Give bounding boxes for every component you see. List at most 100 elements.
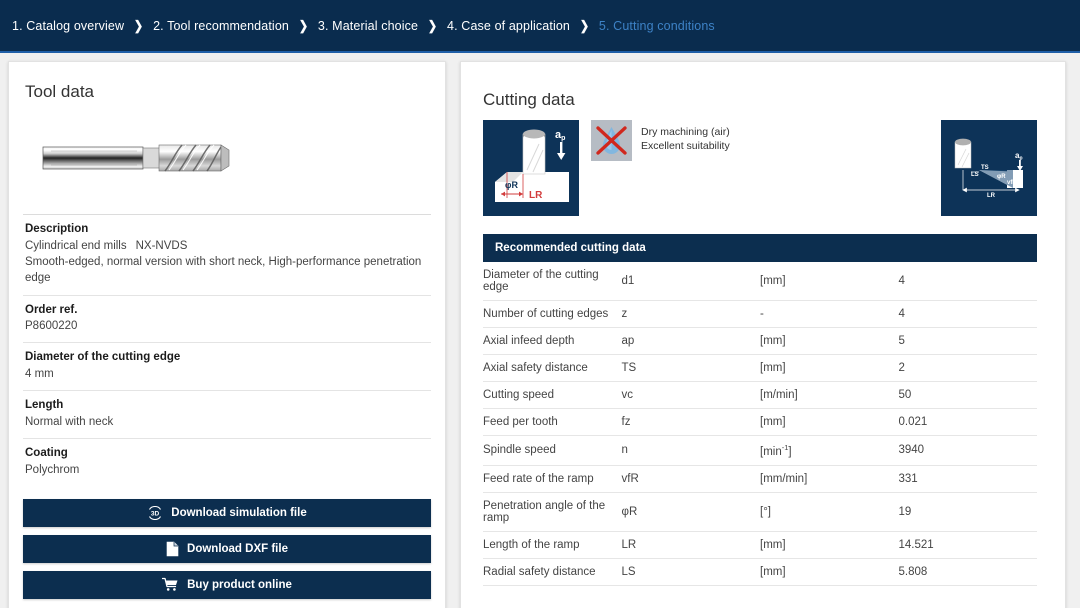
spec-label: Coating <box>25 447 68 460</box>
breadcrumb-item-5[interactable]: 5. Cutting conditions <box>599 19 715 33</box>
cell-value: 19 <box>898 492 1037 532</box>
svg-text:φR: φR <box>505 180 518 190</box>
breadcrumb-separator-icon: ❯ <box>427 17 438 33</box>
table-row: Radial safety distance LS [mm] 5.808 <box>483 558 1037 586</box>
table-row: Axial safety distance TS [mm] 2 <box>483 354 1037 382</box>
breadcrumb-separator-icon: ❯ <box>579 17 590 33</box>
table-row: Penetration angle of the ramp φR [°] 19 <box>483 492 1037 532</box>
cell-symbol: φR <box>621 492 760 532</box>
cell-value: 4 <box>898 262 1037 301</box>
download-dxf-file-button[interactable]: Download DXF file <box>23 534 431 563</box>
spec-value: Cylindrical end mills NX-NVDS <box>25 238 429 254</box>
cell-parameter-name: Feed rate of the ramp <box>483 465 622 493</box>
spec-row: Coating Polychrom <box>23 438 431 486</box>
table-row: Number of cutting edges z -4 <box>483 300 1037 328</box>
cell-parameter-name: Cutting speed <box>483 381 622 409</box>
cell-symbol: d1 <box>621 262 760 301</box>
spec-value-product: Cylindrical end mills <box>25 239 127 252</box>
table-row: Spindle speed n [min-1] 3940 <box>483 435 1037 466</box>
ramp-penetration-diagram: LR φR ap <box>483 120 579 216</box>
svg-text:LS: LS <box>971 172 979 178</box>
spec-row: Length Normal with neck <box>23 390 431 438</box>
table-header-label: Recommended cutting data <box>483 234 1037 262</box>
breadcrumb-item-4[interactable]: 4. Case of application <box>447 19 570 33</box>
cell-unit: [mm/min] <box>760 465 899 493</box>
cell-unit: - <box>760 300 899 328</box>
svg-text:LR: LR <box>529 190 543 201</box>
cell-unit: [°] <box>760 492 899 532</box>
spec-value: 4 mm <box>25 367 54 380</box>
cell-value: 0.021 <box>898 408 1037 436</box>
breadcrumb-item-2[interactable]: 2. Tool recommendation <box>153 19 289 33</box>
buy-product-online-button[interactable]: Buy product online <box>23 570 431 599</box>
cell-parameter-name: Number of cutting edges <box>483 300 622 328</box>
page-title: Tool data <box>25 82 94 101</box>
tool-image <box>9 102 445 214</box>
spec-value-code: NX-NVDS <box>135 239 188 252</box>
cell-value: 14.521 <box>898 531 1037 559</box>
cell-unit: [min-1] <box>760 435 899 466</box>
cell-parameter-name: Length of the ramp <box>483 531 622 559</box>
cell-parameter-name: Axial infeed depth <box>483 327 622 355</box>
cell-symbol: LS <box>621 558 760 586</box>
table-header-row: Recommended cutting data <box>483 234 1037 262</box>
cell-symbol: LR <box>621 531 760 559</box>
spec-row: Order ref. P8600220 <box>23 294 431 343</box>
cell-value: 50 <box>898 381 1037 409</box>
cell-parameter-name: Radial safety distance <box>483 558 622 586</box>
dry-machining-line2: Excellent suitability <box>641 139 730 152</box>
cell-value: 2 <box>898 354 1037 382</box>
spec-label: Description <box>25 223 89 235</box>
dry-machining-no-coolant-icon <box>591 120 632 161</box>
cell-unit: [mm] <box>760 558 899 586</box>
cell-symbol: n <box>621 435 760 466</box>
cell-unit: [mm] <box>760 262 899 301</box>
ramp-geometry-diagram: LS TS LR φR vfR ap <box>941 120 1037 216</box>
cell-unit: [m/min] <box>760 381 899 409</box>
breadcrumb-item-1[interactable]: 1. Catalog overview <box>12 19 124 33</box>
spec-label: Diameter of the cutting edge <box>25 351 181 364</box>
cell-parameter-name: Axial safety distance <box>483 354 622 382</box>
svg-text:TS: TS <box>981 165 989 171</box>
3d-icon: 3D <box>147 505 163 520</box>
cell-symbol: vc <box>621 381 760 409</box>
spec-value: Polychrom <box>25 463 80 476</box>
table-row: Diameter of the cutting edge d1 [mm] 4 <box>483 262 1037 301</box>
cell-parameter-name: Feed per tooth <box>483 408 622 436</box>
page-body: Tool data Description Cylindrical end mi… <box>0 53 1080 608</box>
download-dxf-file-label: Download DXF file <box>187 542 288 555</box>
breadcrumb-separator-icon: ❯ <box>298 17 309 33</box>
spec-value: P8600220 <box>25 320 78 333</box>
breadcrumb-bar: 1. Catalog overview ❯ 2. Tool recommendati… <box>0 0 1080 53</box>
cell-symbol: vfR <box>621 465 760 493</box>
buy-product-online-label: Buy product online <box>187 578 292 591</box>
svg-text:vfR: vfR <box>1007 180 1017 186</box>
cell-value: 331 <box>898 465 1037 493</box>
cell-symbol: TS <box>621 354 760 382</box>
tool-data-panel: Tool data Description Cylindrical end mi… <box>8 61 446 608</box>
cell-parameter-name: Spindle speed <box>483 435 622 466</box>
spec-row: Diameter of the cutting edge 4 mm <box>23 342 431 390</box>
cutting-icons-row: LR φR ap Dry machining (air) Excellent s… <box>461 110 1065 216</box>
download-simulation-file-label: Download simulation file <box>171 506 307 519</box>
table-row: Feed rate of the ramp vfR [mm/min] 331 <box>483 465 1037 493</box>
cutting-data-panel: Cutting data LR φR ap Dry machining (air… <box>460 61 1066 608</box>
table-row: Feed per tooth fz [mm] 0.021 <box>483 408 1037 436</box>
document-icon <box>166 541 179 557</box>
breadcrumb-item-3[interactable]: 3. Material choice <box>318 19 418 33</box>
dry-machining-indicator: Dry machining (air) Excellent suitabilit… <box>591 120 730 161</box>
tool-specs-list: Description Cylindrical end mills NX-NVDS S… <box>23 214 431 486</box>
shopping-cart-icon <box>162 577 179 592</box>
spec-label: Order ref. <box>25 303 78 316</box>
table-row: Axial infeed depth ap [mm] 5 <box>483 327 1037 355</box>
tool-actions: 3D Download simulation file Download DXF… <box>9 486 445 599</box>
cell-unit: [mm] <box>760 327 899 355</box>
spec-value-detail: Smooth-edged, normal version with short … <box>25 255 422 285</box>
cell-symbol: fz <box>621 408 760 436</box>
dry-machining-text: Dry machining (air) Excellent suitabilit… <box>641 120 730 154</box>
breadcrumb: 1. Catalog overview ❯ 2. Tool recommendati… <box>12 18 715 34</box>
dry-machining-line1: Dry machining (air) <box>641 126 730 138</box>
breadcrumb-separator-icon: ❯ <box>133 17 144 33</box>
cell-value: 5.808 <box>898 558 1037 586</box>
download-simulation-file-button[interactable]: 3D Download simulation file <box>23 498 431 527</box>
